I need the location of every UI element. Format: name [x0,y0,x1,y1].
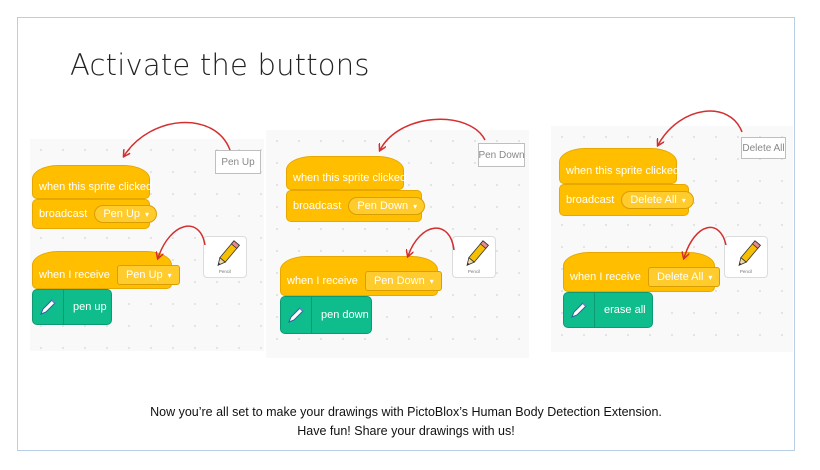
arrow-to-receive-block [158,225,206,258]
annotation-arrows [0,110,743,470]
arrow-to-hat-block [124,121,231,156]
footer-line-2: Have fun! Share your drawings with us! [297,424,515,438]
arrow-to-hat-block [380,118,486,150]
arrow-to-hat-block [658,110,743,145]
arrow-to-receive-block [408,227,455,256]
arrow-to-receive-block [684,226,727,258]
footer-line-1: Now you’re all set to make your drawings… [150,405,662,419]
